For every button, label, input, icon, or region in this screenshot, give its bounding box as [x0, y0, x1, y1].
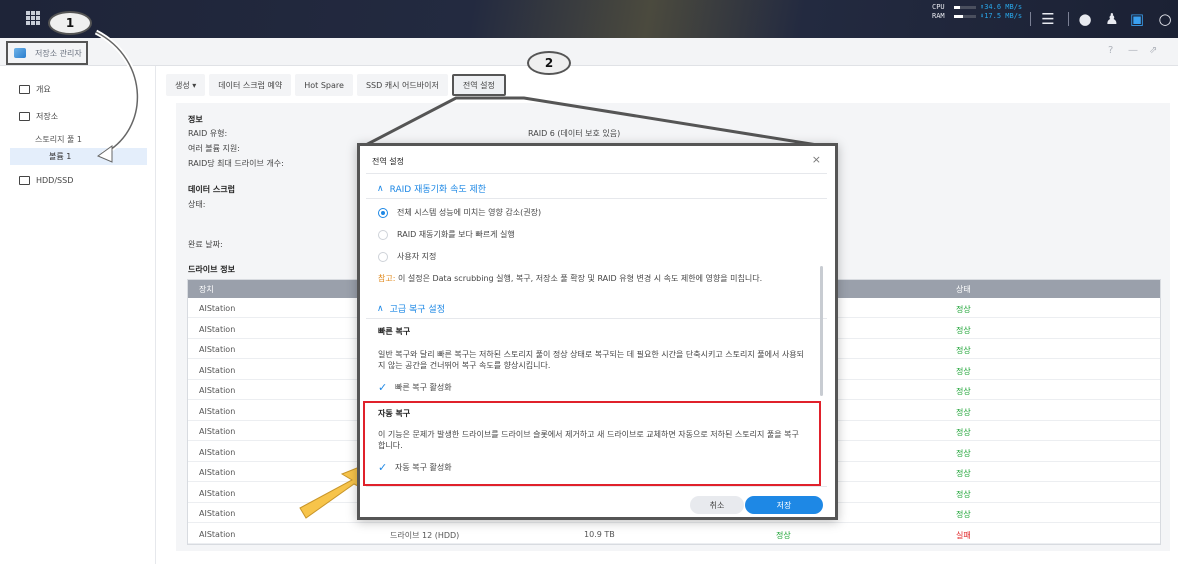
section-title: 고급 복구 설정	[389, 305, 445, 315]
dialog-callout-connector	[359, 96, 837, 150]
chevron-up-icon: ∧	[377, 183, 384, 194]
divider	[366, 318, 827, 319]
resync-note: 참고: 이 설정은 Data scrubbing 실행, 복구, 저장소 풀 확…	[378, 273, 762, 284]
radio-button[interactable]	[378, 251, 388, 262]
divider	[366, 198, 827, 199]
screen: CPU ⬆34.6 MB/s RAM ⬇17.5 MB/s ☰ ● ♟ ▣ ○ …	[0, 0, 1178, 564]
description-line: 지 않는 공간을 건너뛰어 복구 속도를 향상시킵니다.	[378, 361, 551, 370]
divider	[366, 486, 827, 487]
option-label: 사용자 지정	[397, 252, 437, 261]
fast-repair-heading: 빠른 복구	[378, 327, 411, 336]
highlight-box	[363, 401, 821, 486]
callout-1: 1	[48, 11, 92, 35]
chevron-up-icon: ∧	[377, 303, 384, 314]
description-line: 일반 복구와 달리 빠른 복구는 저하된 스토리지 풀이 정상 상태로 복구되는…	[378, 350, 804, 359]
checkmark-icon[interactable]: ✓	[378, 382, 389, 393]
option-label: 전체 시스템 성능에 미치는 영향 감소(권장)	[397, 208, 542, 217]
cancel-button[interactable]: 취소	[690, 496, 744, 514]
option-reduce-impact[interactable]: 전체 시스템 성능에 미치는 영향 감소(권장)	[378, 207, 541, 218]
dialog-scrollbar[interactable]	[820, 266, 823, 396]
note-label: 참고:	[378, 274, 396, 283]
fast-repair-checkbox[interactable]: ✓ 빠른 복구 활성화	[378, 382, 452, 393]
divider	[366, 173, 827, 174]
dialog-title: 전역 설정	[372, 157, 404, 166]
option-faster-resync[interactable]: RAID 재동기화를 보다 빠르게 실행	[378, 229, 515, 240]
section-title: RAID 재동기화 속도 제한	[389, 185, 487, 195]
radio-button[interactable]	[378, 207, 388, 218]
fast-repair-description: 일반 복구와 달리 빠른 복구는 저하된 스토리지 풀이 정상 상태로 복구되는…	[378, 349, 823, 371]
checkbox-label: 빠른 복구 활성화	[395, 383, 452, 392]
callout-2: 2	[527, 51, 571, 75]
section-advanced-recovery[interactable]: ∧ 고급 복구 설정	[377, 302, 445, 316]
option-label: RAID 재동기화를 보다 빠르게 실행	[397, 230, 515, 239]
radio-button[interactable]	[378, 229, 388, 240]
close-icon[interactable]: ×	[812, 153, 821, 166]
section-resync-speed[interactable]: ∧ RAID 재동기화 속도 제한	[377, 182, 487, 196]
note-text: 이 설정은 Data scrubbing 실행, 복구, 저장소 풀 확장 및 …	[397, 274, 763, 283]
save-button[interactable]: 저장	[745, 496, 823, 514]
callout-1-arrow	[94, 29, 140, 157]
callout-1-arrowhead	[96, 145, 113, 163]
option-custom[interactable]: 사용자 지정	[378, 251, 436, 262]
